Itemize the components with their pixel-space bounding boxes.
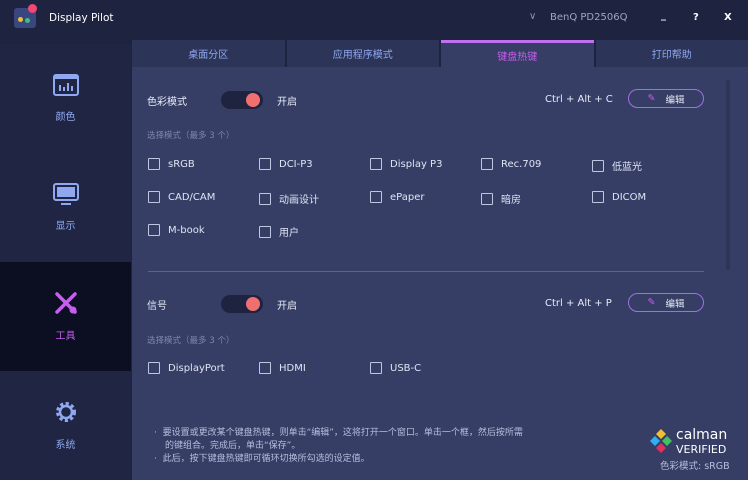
app-logo-icon bbox=[14, 4, 37, 28]
divider bbox=[148, 271, 704, 272]
pencil-icon: ✎ bbox=[647, 93, 656, 104]
hotkey-panel: 色彩模式 开启 Ctrl + Alt + C ✎ 编辑 选择模式（最多 3 个） … bbox=[132, 67, 748, 480]
option-checkbox[interactable]: CAD/CAM bbox=[148, 191, 215, 203]
note-item: 的键组合。完成后，单击“保存”。 bbox=[165, 441, 301, 451]
color-mode-title: 色彩模式 bbox=[147, 97, 187, 108]
option-label: 暗房 bbox=[501, 195, 521, 206]
sidebar: 颜色 显示 工具 系统 bbox=[0, 44, 131, 480]
option-checkbox[interactable]: HDMI bbox=[259, 362, 306, 374]
bar-chart-icon bbox=[52, 74, 79, 96]
calman-text: calman bbox=[676, 427, 728, 443]
signal-hint: 选择模式（最多 3 个） bbox=[147, 336, 235, 346]
color-mode-edit-button[interactable]: ✎ 编辑 bbox=[628, 89, 704, 108]
chevron-down-icon[interactable]: ∨ bbox=[529, 11, 536, 22]
title-bar: Display Pilot ∨ BenQ PD2506Q _ ? X bbox=[0, 0, 748, 38]
tab-app-mode[interactable]: 应用程序模式 bbox=[286, 40, 439, 67]
option-label: HDMI bbox=[279, 362, 306, 374]
checkbox-icon bbox=[370, 191, 382, 203]
option-checkbox[interactable]: USB-C bbox=[370, 362, 421, 374]
option-checkbox[interactable]: DICOM bbox=[592, 191, 646, 203]
option-label: 低蓝光 bbox=[612, 162, 642, 173]
checkbox-icon bbox=[592, 159, 604, 172]
calman-verified-logo: calman VERIFIED bbox=[650, 425, 740, 461]
app-title: Display Pilot bbox=[49, 12, 114, 24]
option-label: DICOM bbox=[612, 191, 647, 203]
option-label: 用户 bbox=[279, 228, 299, 239]
option-label: Rec.709 bbox=[501, 158, 542, 170]
tools-icon bbox=[54, 292, 77, 314]
notes: · 要设置或更改某个键盘热键，则单击“编辑”，这将打开一个窗口。单击一个框，然后… bbox=[154, 427, 523, 466]
tab-desktop-partition[interactable]: 桌面分区 bbox=[132, 40, 285, 67]
option-label: ePaper bbox=[390, 191, 425, 203]
edit-label: 编辑 bbox=[665, 94, 685, 106]
option-checkbox[interactable]: Rec.709 bbox=[481, 158, 541, 170]
option-label: CAD/CAM bbox=[168, 191, 216, 203]
verified-text: VERIFIED bbox=[676, 443, 727, 456]
option-checkbox[interactable]: 动画设计 bbox=[259, 191, 319, 206]
option-checkbox[interactable]: 低蓝光 bbox=[592, 158, 642, 173]
monitor-icon bbox=[52, 183, 79, 205]
sidebar-item-label: 系统 bbox=[55, 440, 76, 451]
checkbox-icon bbox=[259, 158, 271, 170]
minimize-button[interactable]: _ bbox=[661, 10, 666, 21]
current-color-mode: 色彩模式: sRGB bbox=[660, 461, 730, 472]
option-label: DCI-P3 bbox=[279, 158, 313, 170]
option-checkbox[interactable]: 用户 bbox=[259, 224, 299, 239]
checkbox-icon bbox=[370, 362, 382, 374]
checkbox-icon bbox=[481, 192, 493, 205]
option-label: 动画设计 bbox=[279, 195, 319, 206]
sidebar-item-display[interactable]: 显示 bbox=[0, 153, 131, 262]
sidebar-item-tools[interactable]: 工具 bbox=[0, 262, 131, 371]
edit-label: 编辑 bbox=[665, 298, 685, 310]
checkbox-icon bbox=[148, 224, 160, 236]
checkbox-icon bbox=[259, 192, 271, 205]
tab-hotkeys[interactable]: 键盘热键 bbox=[441, 40, 594, 67]
sidebar-item-label: 颜色 bbox=[55, 112, 76, 123]
help-button[interactable]: ? bbox=[693, 12, 699, 23]
checkbox-icon bbox=[148, 158, 160, 170]
option-checkbox[interactable]: Display P3 bbox=[370, 158, 442, 170]
close-button[interactable]: X bbox=[724, 12, 732, 23]
option-checkbox[interactable]: DisplayPort bbox=[148, 362, 225, 374]
checkbox-icon bbox=[259, 225, 271, 238]
color-mode-toggle[interactable] bbox=[221, 91, 263, 109]
checkbox-icon bbox=[259, 362, 271, 374]
option-checkbox[interactable]: DCI-P3 bbox=[259, 158, 313, 170]
sidebar-item-system[interactable]: 系统 bbox=[0, 371, 131, 480]
option-label: sRGB bbox=[168, 158, 195, 170]
calman-diamond-icon bbox=[650, 429, 672, 453]
tab-bar: 桌面分区 应用程序模式 键盘热键 打印帮助 bbox=[132, 40, 748, 67]
note-item: · 要设置或更改某个键盘热键，则单击“编辑”，这将打开一个窗口。单击一个框，然后… bbox=[154, 428, 523, 438]
color-mode-shortcut: Ctrl + Alt + C bbox=[545, 94, 613, 105]
option-label: Display P3 bbox=[390, 158, 443, 170]
signal-toggle-label: 开启 bbox=[277, 301, 297, 312]
sidebar-item-label: 工具 bbox=[55, 331, 76, 342]
checkbox-icon bbox=[481, 158, 493, 170]
option-checkbox[interactable]: sRGB bbox=[148, 158, 195, 170]
checkbox-icon bbox=[148, 362, 160, 374]
option-label: USB-C bbox=[390, 362, 422, 374]
signal-toggle[interactable] bbox=[221, 295, 263, 313]
option-label: M-book bbox=[168, 224, 205, 236]
option-checkbox[interactable]: ePaper bbox=[370, 191, 424, 203]
checkbox-icon bbox=[592, 191, 604, 203]
color-mode-toggle-label: 开启 bbox=[277, 97, 297, 108]
option-checkbox[interactable]: M-book bbox=[148, 224, 205, 236]
checkbox-icon bbox=[370, 158, 382, 170]
sidebar-item-color[interactable]: 颜色 bbox=[0, 44, 131, 153]
scrollbar[interactable] bbox=[726, 80, 730, 270]
gear-icon bbox=[55, 402, 76, 422]
note-item: · 此后，按下键盘热键即可循环切换所勾选的设定值。 bbox=[154, 454, 370, 464]
signal-title: 信号 bbox=[147, 301, 167, 312]
option-checkbox[interactable]: 暗房 bbox=[481, 191, 521, 206]
signal-shortcut: Ctrl + Alt + P bbox=[545, 298, 612, 309]
tab-print-assist[interactable]: 打印帮助 bbox=[595, 40, 748, 67]
monitor-select[interactable]: BenQ PD2506Q bbox=[550, 12, 627, 23]
sidebar-item-label: 显示 bbox=[55, 221, 76, 232]
pencil-icon: ✎ bbox=[647, 297, 656, 308]
color-mode-hint: 选择模式（最多 3 个） bbox=[147, 131, 235, 141]
signal-edit-button[interactable]: ✎ 编辑 bbox=[628, 293, 704, 312]
option-label: DisplayPort bbox=[168, 362, 225, 374]
checkbox-icon bbox=[148, 191, 160, 203]
